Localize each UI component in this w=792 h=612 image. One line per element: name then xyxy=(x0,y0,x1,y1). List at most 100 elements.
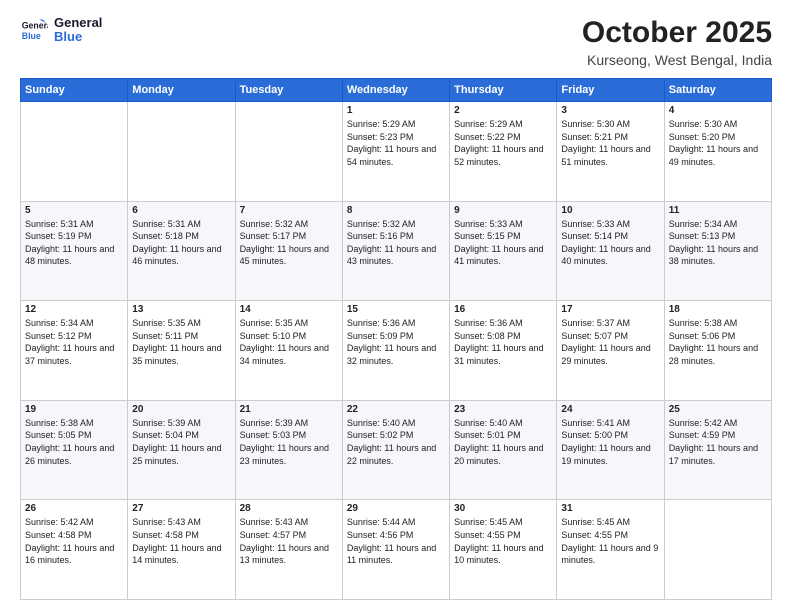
calendar-cell: 28 Sunrise: 5:43 AMSunset: 4:57 PMDayligh… xyxy=(235,500,342,600)
calendar-cell: 23Sunrise: 5:40 AMSunset: 5:01 PMDayligh… xyxy=(450,400,557,500)
day-number: 2 xyxy=(454,105,552,116)
svg-text:Blue: Blue xyxy=(22,31,41,41)
cell-content: Sunrise: 5:42 AMSunset: 4:59 PMDaylight:… xyxy=(669,418,758,466)
calendar-header-wednesday: Wednesday xyxy=(342,79,449,102)
day-number: 28 xyxy=(240,503,338,514)
logo-icon: General Blue xyxy=(20,16,48,44)
calendar-cell xyxy=(664,500,771,600)
cell-content: Sunrise: 5:45 AMSunset: 4:55 PMDaylight:… xyxy=(561,517,658,565)
calendar-week-3: 19 Sunrise: 5:38 AMSunset: 5:05 PMDayligh… xyxy=(21,400,772,500)
cell-content: Sunrise: 5:45 AMSunset: 4:55 PMDaylight:… xyxy=(454,517,543,565)
calendar-cell: 30 Sunrise: 5:45 AMSunset: 4:55 PMDayligh… xyxy=(450,500,557,600)
day-number: 23 xyxy=(454,404,552,415)
cell-content: Sunrise: 5:43 AMSunset: 4:58 PMDaylight:… xyxy=(132,517,221,565)
day-number: 9 xyxy=(454,205,552,216)
cell-content: Sunrise: 5:42 AMSunset: 4:58 PMDaylight:… xyxy=(25,517,114,565)
calendar-cell: 22Sunrise: 5:40 AMSunset: 5:02 PMDayligh… xyxy=(342,400,449,500)
calendar-cell: 18 Sunrise: 5:38 AMSunset: 5:06 PMDayligh… xyxy=(664,301,771,401)
calendar-header-monday: Monday xyxy=(128,79,235,102)
cell-content: Sunrise: 5:29 AMSunset: 5:22 PMDaylight:… xyxy=(454,119,543,167)
day-number: 11 xyxy=(669,205,767,216)
calendar-table: SundayMondayTuesdayWednesdayThursdayFrid… xyxy=(20,78,772,600)
cell-content: Sunrise: 5:40 AMSunset: 5:02 PMDaylight:… xyxy=(347,418,436,466)
calendar-cell: 2 Sunrise: 5:29 AMSunset: 5:22 PMDaylight… xyxy=(450,102,557,202)
calendar-cell: 17Sunrise: 5:37 AMSunset: 5:07 PMDayligh… xyxy=(557,301,664,401)
day-number: 14 xyxy=(240,304,338,315)
cell-content: Sunrise: 5:39 AMSunset: 5:04 PMDaylight:… xyxy=(132,418,221,466)
day-number: 29 xyxy=(347,503,445,514)
day-number: 1 xyxy=(347,105,445,116)
calendar-cell: 5 Sunrise: 5:31 AMSunset: 5:19 PMDaylight… xyxy=(21,201,128,301)
page: General Blue General Blue October 2025 K… xyxy=(0,0,792,612)
calendar-cell: 11 Sunrise: 5:34 AMSunset: 5:13 PMDayligh… xyxy=(664,201,771,301)
day-number: 18 xyxy=(669,304,767,315)
cell-content: Sunrise: 5:31 AMSunset: 5:19 PMDaylight:… xyxy=(25,219,114,267)
cell-content: Sunrise: 5:38 AMSunset: 5:06 PMDaylight:… xyxy=(669,318,758,366)
cell-content: Sunrise: 5:33 AMSunset: 5:15 PMDaylight:… xyxy=(454,219,543,267)
calendar-header-sunday: Sunday xyxy=(21,79,128,102)
calendar-cell: 9 Sunrise: 5:33 AMSunset: 5:15 PMDaylight… xyxy=(450,201,557,301)
cell-content: Sunrise: 5:36 AMSunset: 5:09 PMDaylight:… xyxy=(347,318,436,366)
calendar-cell: 12 Sunrise: 5:34 AMSunset: 5:12 PMDayligh… xyxy=(21,301,128,401)
calendar-cell: 21 Sunrise: 5:39 AMSunset: 5:03 PMDayligh… xyxy=(235,400,342,500)
day-number: 31 xyxy=(561,503,659,514)
logo: General Blue General Blue xyxy=(20,16,102,45)
calendar-cell xyxy=(21,102,128,202)
calendar-cell: 26 Sunrise: 5:42 AMSunset: 4:58 PMDayligh… xyxy=(21,500,128,600)
cell-content: Sunrise: 5:44 AMSunset: 4:56 PMDaylight:… xyxy=(347,517,436,565)
day-number: 25 xyxy=(669,404,767,415)
calendar-cell: 4 Sunrise: 5:30 AMSunset: 5:20 PMDaylight… xyxy=(664,102,771,202)
calendar-cell: 10 Sunrise: 5:33 AMSunset: 5:14 PMDayligh… xyxy=(557,201,664,301)
cell-content: Sunrise: 5:35 AMSunset: 5:11 PMDaylight:… xyxy=(132,318,221,366)
calendar-week-1: 5 Sunrise: 5:31 AMSunset: 5:19 PMDaylight… xyxy=(21,201,772,301)
day-number: 3 xyxy=(561,105,659,116)
day-number: 7 xyxy=(240,205,338,216)
logo-blue: Blue xyxy=(54,30,102,44)
cell-content: Sunrise: 5:37 AMSunset: 5:07 PMDaylight:… xyxy=(561,318,650,366)
cell-content: Sunrise: 5:39 AMSunset: 5:03 PMDaylight:… xyxy=(240,418,329,466)
day-number: 19 xyxy=(25,404,123,415)
logo-general: General xyxy=(54,16,102,30)
calendar-week-4: 26 Sunrise: 5:42 AMSunset: 4:58 PMDayligh… xyxy=(21,500,772,600)
calendar-week-0: 1Sunrise: 5:29 AMSunset: 5:23 PMDaylight… xyxy=(21,102,772,202)
calendar-cell: 15 Sunrise: 5:36 AMSunset: 5:09 PMDayligh… xyxy=(342,301,449,401)
day-number: 5 xyxy=(25,205,123,216)
day-number: 13 xyxy=(132,304,230,315)
calendar-cell: 16Sunrise: 5:36 AMSunset: 5:08 PMDayligh… xyxy=(450,301,557,401)
cell-content: Sunrise: 5:30 AMSunset: 5:20 PMDaylight:… xyxy=(669,119,758,167)
title-block: October 2025 Kurseong, West Bengal, Indi… xyxy=(582,16,772,68)
header: General Blue General Blue October 2025 K… xyxy=(20,16,772,68)
cell-content: Sunrise: 5:33 AMSunset: 5:14 PMDaylight:… xyxy=(561,219,650,267)
calendar-cell: 27 Sunrise: 5:43 AMSunset: 4:58 PMDayligh… xyxy=(128,500,235,600)
cell-content: Sunrise: 5:38 AMSunset: 5:05 PMDaylight:… xyxy=(25,418,114,466)
day-number: 8 xyxy=(347,205,445,216)
cell-content: Sunrise: 5:34 AMSunset: 5:13 PMDaylight:… xyxy=(669,219,758,267)
cell-content: Sunrise: 5:43 AMSunset: 4:57 PMDaylight:… xyxy=(240,517,329,565)
day-number: 15 xyxy=(347,304,445,315)
day-number: 6 xyxy=(132,205,230,216)
cell-content: Sunrise: 5:35 AMSunset: 5:10 PMDaylight:… xyxy=(240,318,329,366)
cell-content: Sunrise: 5:30 AMSunset: 5:21 PMDaylight:… xyxy=(561,119,650,167)
cell-content: Sunrise: 5:34 AMSunset: 5:12 PMDaylight:… xyxy=(25,318,114,366)
calendar-cell: 29 Sunrise: 5:44 AMSunset: 4:56 PMDayligh… xyxy=(342,500,449,600)
day-number: 26 xyxy=(25,503,123,514)
calendar-cell: 3 Sunrise: 5:30 AMSunset: 5:21 PMDaylight… xyxy=(557,102,664,202)
calendar-cell: 6Sunrise: 5:31 AMSunset: 5:18 PMDaylight… xyxy=(128,201,235,301)
cell-content: Sunrise: 5:32 AMSunset: 5:16 PMDaylight:… xyxy=(347,219,436,267)
day-number: 10 xyxy=(561,205,659,216)
calendar-cell xyxy=(128,102,235,202)
day-number: 27 xyxy=(132,503,230,514)
day-number: 4 xyxy=(669,105,767,116)
calendar-cell: 20 Sunrise: 5:39 AMSunset: 5:04 PMDayligh… xyxy=(128,400,235,500)
day-number: 20 xyxy=(132,404,230,415)
calendar-header-tuesday: Tuesday xyxy=(235,79,342,102)
main-title: October 2025 xyxy=(582,16,772,50)
day-number: 16 xyxy=(454,304,552,315)
calendar-cell: 19 Sunrise: 5:38 AMSunset: 5:05 PMDayligh… xyxy=(21,400,128,500)
day-number: 30 xyxy=(454,503,552,514)
calendar-cell: 24Sunrise: 5:41 AMSunset: 5:00 PMDayligh… xyxy=(557,400,664,500)
calendar-header-row: SundayMondayTuesdayWednesdayThursdayFrid… xyxy=(21,79,772,102)
day-number: 12 xyxy=(25,304,123,315)
day-number: 21 xyxy=(240,404,338,415)
calendar-cell: 31 Sunrise: 5:45 AMSunset: 4:55 PMDayligh… xyxy=(557,500,664,600)
